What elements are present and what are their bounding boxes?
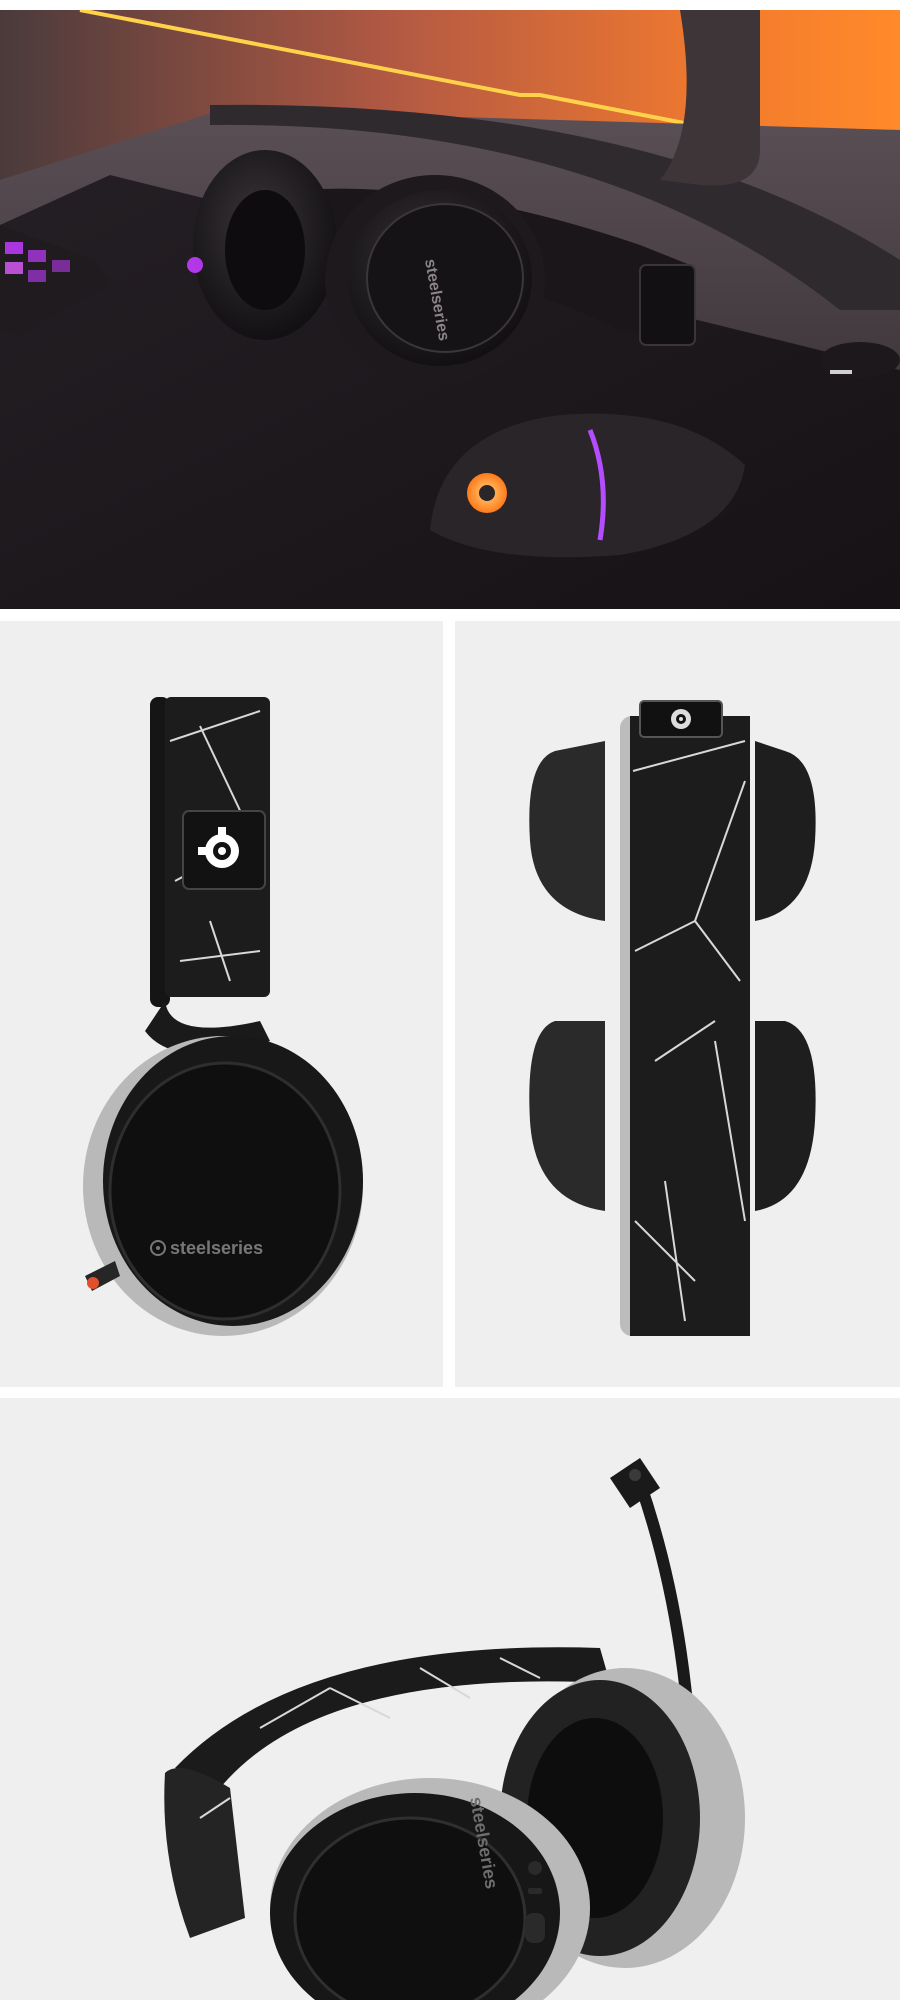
headset-angled-view-image: steelseries — [0, 1398, 900, 2000]
headset-angled-view: steelseries — [164, 1458, 745, 2000]
headset-top-view — [529, 700, 816, 1336]
headset-top-view-image — [455, 621, 900, 1387]
product-gallery: steelseries steelseries steelseries — [0, 0, 900, 2000]
side-headset-wordmark: steelseries — [170, 1238, 263, 1258]
hero-lifestyle-image: steelseries — [0, 10, 900, 609]
top-steelseries-logo-icon — [671, 709, 691, 729]
hero-scene: steelseries — [0, 10, 900, 609]
headset-side-view-image: steelseries — [0, 621, 443, 1387]
headset-side-view: steelseries — [83, 697, 363, 1336]
